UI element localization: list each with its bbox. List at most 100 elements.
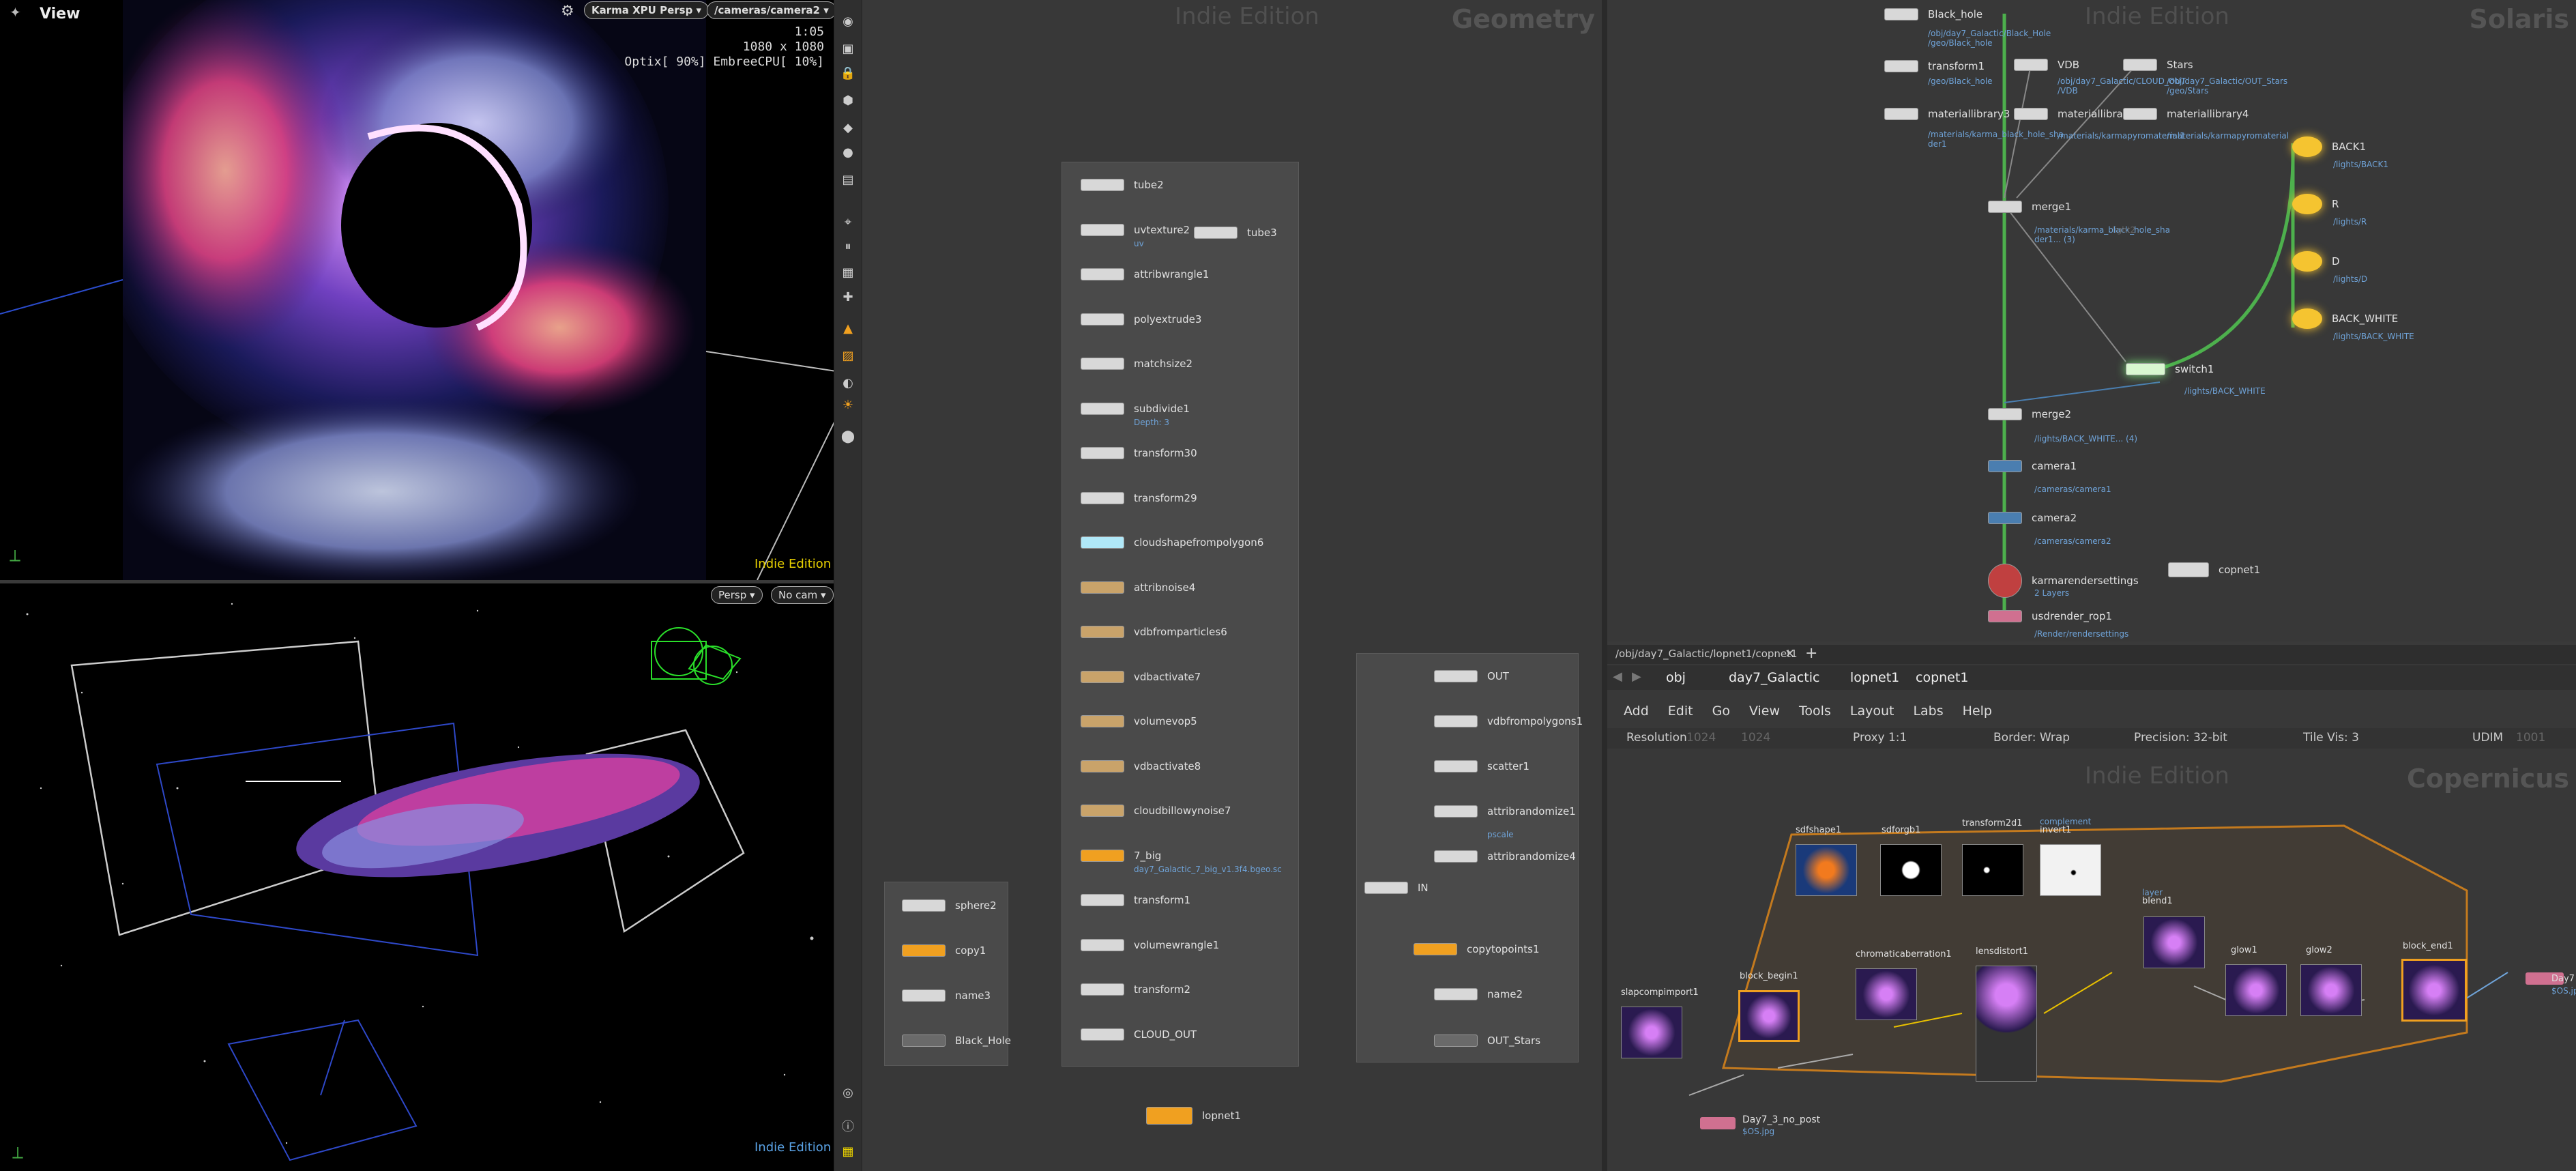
sun-icon[interactable]: ☀ <box>840 397 856 414</box>
node-cloud-out[interactable]: CLOUD_OUT <box>1081 1028 1197 1041</box>
transform2d1-thumb[interactable] <box>1962 844 2023 896</box>
chromaticaberration1-thumb[interactable] <box>1856 968 1917 1020</box>
node-body <box>902 944 946 957</box>
light-d[interactable]: D <box>2292 251 2340 272</box>
node-camera1[interactable]: camera1 <box>1988 460 2077 472</box>
shade-icon[interactable]: ◐ <box>840 375 856 392</box>
invert1-thumb[interactable] <box>2040 844 2101 896</box>
bulb-icon[interactable]: ● <box>840 145 856 161</box>
slapcompimport1-thumb[interactable] <box>1621 1007 1682 1058</box>
node-tube3[interactable]: tube3 <box>1194 227 1277 239</box>
node-polyextrude3[interactable]: polyextrude3 <box>1081 313 1201 326</box>
node-vdbactivate7[interactable]: vdbactivate7 <box>1081 670 1201 683</box>
sdfshape1-thumb[interactable] <box>1796 844 1857 896</box>
renderer-menu[interactable]: Karma XPU Persp ▾ <box>584 1 709 19</box>
node-in[interactable]: IN <box>1364 882 1429 894</box>
node-volumewrangle1[interactable]: volumewrangle1 <box>1081 938 1219 951</box>
pin-icon[interactable]: ⬢ <box>840 93 856 109</box>
cloud-network-box[interactable] <box>1062 162 1299 1067</box>
node-name3[interactable]: name3 <box>902 989 991 1002</box>
node-cloudshapefrompolygon6[interactable]: cloudshapefrompolygon6 <box>1081 536 1263 549</box>
node-label: IN <box>1418 882 1429 894</box>
node-7-big[interactable]: 7_big <box>1081 849 1161 862</box>
node-copnet1[interactable]: copnet1 <box>2168 562 2260 577</box>
info-icon[interactable]: ⓘ <box>840 1119 856 1136</box>
light-back1[interactable]: BACK1 <box>2292 136 2366 157</box>
geometry-network[interactable]: Indie Edition Geometry tube2 uvtexture2 uv… <box>862 0 1602 1171</box>
node-transform2[interactable]: transform2 <box>1081 983 1190 996</box>
glow2-thumb[interactable] <box>2300 964 2362 1016</box>
node-materiallibrary4[interactable]: materiallibrary4 <box>2123 108 2249 120</box>
node-cloudbillowynoise7[interactable]: cloudbillowynoise7 <box>1081 805 1231 817</box>
node-usdrender-rop1[interactable]: usdrender_rop1 <box>1988 610 2112 622</box>
node-transform30[interactable]: transform30 <box>1081 447 1197 459</box>
display-icon[interactable]: ▣ <box>840 41 856 57</box>
node-switch1[interactable]: switch1 <box>2126 363 2214 375</box>
record-icon[interactable]: ◎ <box>840 1085 856 1101</box>
sdforgb1-thumb[interactable] <box>1880 844 1942 896</box>
render-viewport[interactable]: ✦ View ⚙ Karma XPU Persp ▾ /cameras/came… <box>0 0 840 580</box>
camera-menu[interactable]: /cameras/camera2 ▾ <box>707 1 836 19</box>
block-end1-thumb[interactable] <box>2401 959 2467 1022</box>
node-materiallibrary2[interactable]: materiallibrary2 <box>2014 108 2139 120</box>
node-attribrandomize1[interactable]: attribrandomize1 <box>1434 805 1576 818</box>
node-vdbfromparticles6[interactable]: vdbfromparticles6 <box>1081 626 1227 638</box>
node-name2[interactable]: name2 <box>1434 988 1523 1000</box>
block-begin1-thumb[interactable] <box>1738 990 1800 1042</box>
light-back-white[interactable]: BACK_WHITE <box>2292 308 2398 329</box>
node-stars[interactable]: Stars <box>2123 59 2193 71</box>
snap-icon[interactable]: ⌖ <box>840 214 856 231</box>
node-sub: /cameras/camera2 <box>2034 536 2111 546</box>
node-transform29[interactable]: transform29 <box>1081 491 1197 504</box>
lock-icon[interactable]: 🔒 <box>840 66 856 82</box>
cam-menu[interactable]: No cam ▾ <box>771 586 834 604</box>
bone-icon[interactable]: ✚ <box>840 289 856 306</box>
node-black-hole[interactable]: Black_hole <box>1884 8 1982 20</box>
node-volumevop5[interactable]: volumevop5 <box>1081 715 1197 727</box>
glow1-thumb[interactable] <box>2225 964 2287 1016</box>
node-scatter1[interactable]: scatter1 <box>1434 760 1530 772</box>
scene-viewport[interactable]: Persp ▾ No cam ▾ ⟂ Indie Edition <box>0 583 840 1171</box>
node-attribwrangle1[interactable]: attribwrangle1 <box>1081 268 1209 280</box>
node-lopnet1[interactable]: lopnet1 <box>1146 1107 1241 1125</box>
solaris-network[interactable]: Indie Edition Solaris Black_hole /obj/da… <box>1607 0 2576 641</box>
warning-icon[interactable]: ▲ <box>840 321 856 337</box>
node-matchsize2[interactable]: matchsize2 <box>1081 358 1192 370</box>
node-transform1[interactable]: transform1 <box>1081 894 1190 906</box>
node-copy1[interactable]: copy1 <box>902 944 986 957</box>
view-icon[interactable]: ✦ <box>10 4 21 20</box>
persp-menu[interactable]: Persp ▾ <box>711 586 763 604</box>
node-materiallibrary3[interactable]: materiallibrary3 <box>1884 108 2010 120</box>
lensdistort1-thumb[interactable] <box>1976 966 2037 1082</box>
node-tube2[interactable]: tube2 <box>1081 179 1164 191</box>
camera-icon[interactable]: ▤ <box>840 172 856 188</box>
node-merge1[interactable]: merge1 <box>1988 201 2071 213</box>
blend1-thumb[interactable] <box>2143 916 2205 968</box>
node-camera2[interactable]: camera2 <box>1988 512 2077 524</box>
node-sphere2[interactable]: sphere2 <box>902 899 997 912</box>
day7-rop-node[interactable] <box>1700 1117 1736 1129</box>
copernicus-network[interactable]: /obj/day7_Galactic/lopnet1/copnet1 × + ◀… <box>1607 645 2576 1171</box>
grid-icon[interactable]: ▦ <box>840 265 856 281</box>
layout-icon[interactable]: ▦ <box>840 1144 856 1160</box>
node-transform1[interactable]: transform1 <box>1884 60 1985 72</box>
node-subdivide1[interactable]: subdivide1 <box>1081 402 1190 415</box>
node-merge2[interactable]: merge2 <box>1988 408 2071 420</box>
node-black-hole[interactable]: Black_Hole <box>902 1035 1011 1047</box>
node-out-stars[interactable]: OUT_Stars <box>1434 1035 1540 1047</box>
node-attribnoise4[interactable]: attribnoise4 <box>1081 581 1195 594</box>
eye-icon[interactable]: ◉ <box>840 14 856 30</box>
node-vdb[interactable]: VDB <box>2014 59 2079 71</box>
node-copytopoints1[interactable]: copytopoints1 <box>1414 943 1540 955</box>
pause-icon[interactable]: ⏸ <box>840 239 856 255</box>
light-r[interactable]: R <box>2292 194 2339 214</box>
node-attribrandomize4[interactable]: attribrandomize4 <box>1434 850 1576 863</box>
node-uvtexture2[interactable]: uvtexture2 <box>1081 223 1190 236</box>
node-vdbactivate8[interactable]: vdbactivate8 <box>1081 760 1201 772</box>
light-icon[interactable]: ◆ <box>840 120 856 136</box>
node-vdbfrompolygons1[interactable]: vdbfrompolygons1 <box>1434 715 1583 727</box>
gear-icon[interactable]: ⚙ <box>561 3 574 20</box>
node-out[interactable]: OUT <box>1434 670 1509 682</box>
wire-icon[interactable]: ▨ <box>840 348 856 364</box>
sphere-icon[interactable]: ⬤ <box>840 429 856 445</box>
